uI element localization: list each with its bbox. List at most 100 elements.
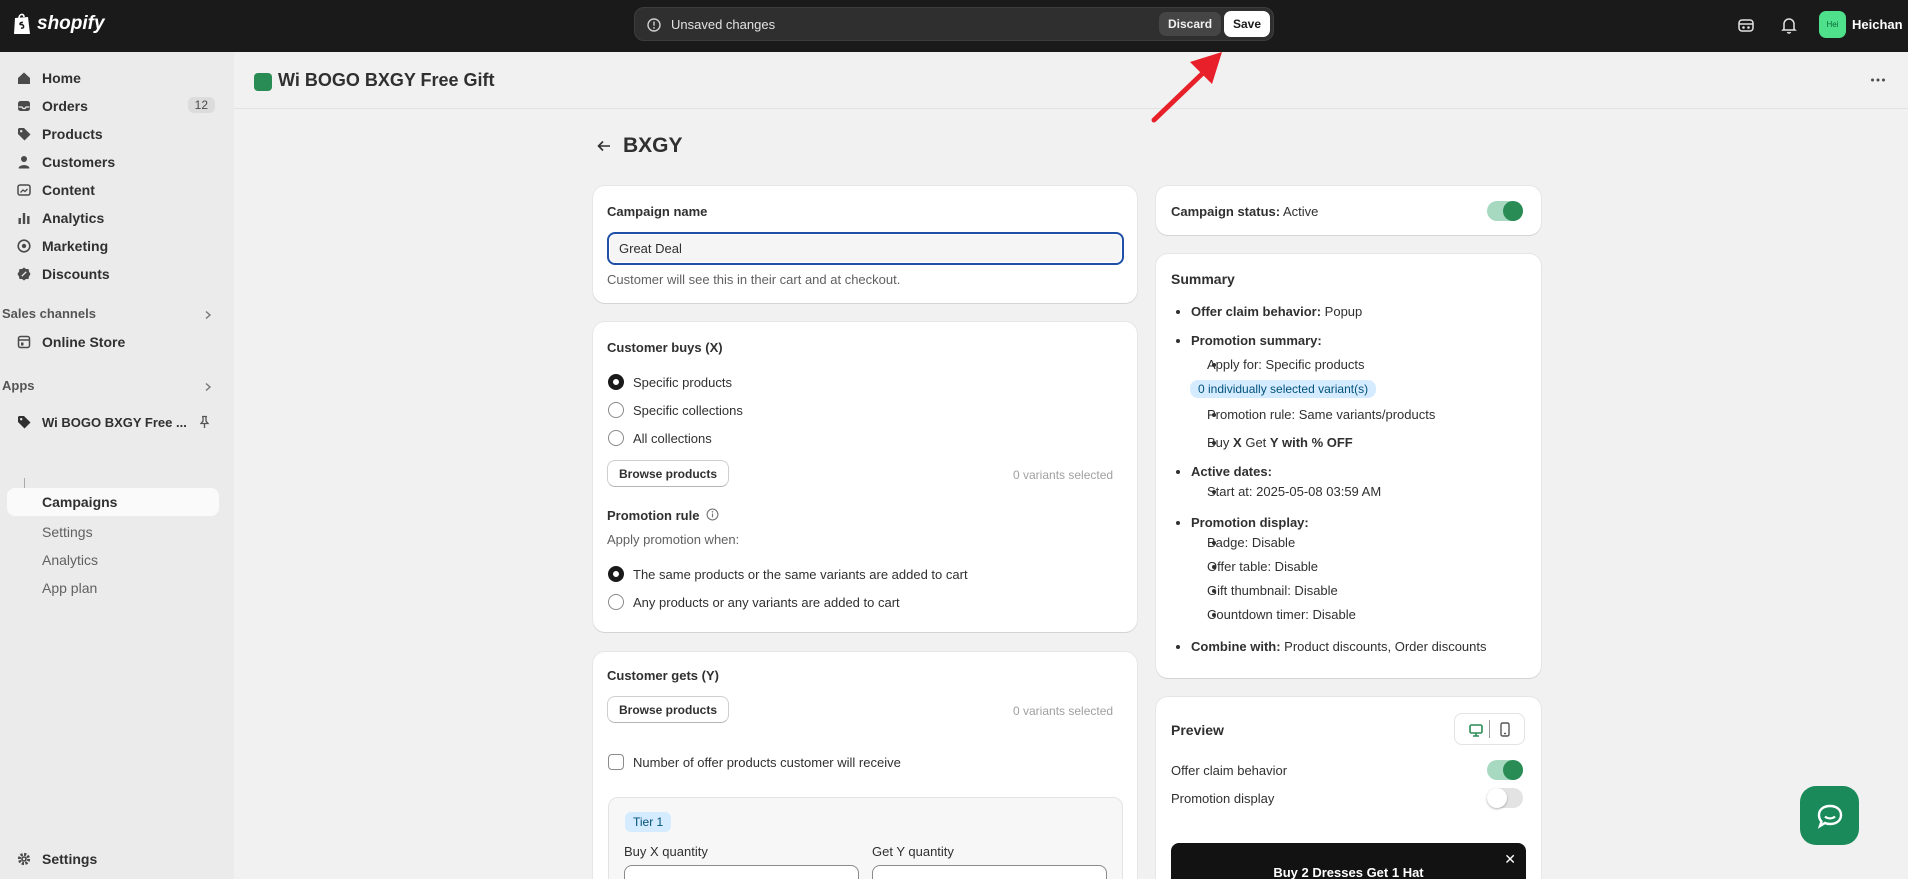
user-menu[interactable]: Hei Heichan [1819, 11, 1903, 38]
summary-value: Product discounts, Order discounts [1284, 639, 1487, 654]
sidebar-item-orders[interactable]: Orders 12 [8, 92, 219, 120]
summary-label: Promotion summary: [1191, 333, 1322, 348]
chevron-right-icon[interactable] [203, 310, 213, 320]
chat-button[interactable] [1800, 786, 1859, 845]
sidebar: Home Orders 12 Products Customers Conten… [0, 52, 234, 879]
radio-same-products[interactable]: The same products or the same variants a… [608, 566, 968, 582]
sidebar-item-online-store[interactable]: Online Store [8, 328, 219, 356]
sidebar-item-settings-sub[interactable]: Settings [42, 524, 93, 540]
sidebar-item-home[interactable]: Home [8, 64, 219, 92]
app-logo-icon [254, 73, 272, 91]
sidebar-item-app-plan[interactable]: App plan [42, 580, 97, 596]
sidebar-item-label: Customers [42, 154, 116, 170]
sidebar-item-label: Online Store [42, 334, 126, 350]
sidebar-item-settings[interactable]: Settings [8, 845, 219, 873]
gear-icon [16, 851, 32, 867]
summary-promotion-label: Promotion summary: [1191, 333, 1322, 348]
unsaved-changes-text: Unsaved changes [671, 17, 776, 32]
store-icon[interactable] [1735, 14, 1757, 36]
campaign-name-help: Customer will see this in their cart and… [607, 272, 901, 287]
orders-count-badge: 12 [187, 97, 215, 113]
sales-channels-title[interactable]: Sales channels [2, 306, 96, 321]
shopify-logo[interactable]: shopify [12, 12, 105, 36]
sidebar-item-app[interactable]: Wi BOGO BXGY Free ... [8, 408, 219, 436]
discard-button[interactable]: Discard [1159, 12, 1222, 36]
campaign-status-toggle[interactable] [1487, 201, 1523, 221]
summary-offer-claim: Offer claim behavior: Popup [1191, 304, 1362, 319]
radio-button[interactable] [608, 374, 624, 390]
offer-claim-toggle[interactable] [1487, 760, 1523, 780]
radio-all-collections[interactable]: All collections [608, 430, 712, 446]
info-icon[interactable] [706, 508, 719, 521]
toggle-knob [1487, 788, 1507, 808]
pin-icon[interactable] [198, 415, 211, 429]
summary-buy-get: Buy X Get Y with % OFF [1207, 435, 1353, 450]
app-title: Wi BOGO BXGY Free Gift [278, 70, 495, 90]
radio-specific-collections[interactable]: Specific collections [608, 402, 743, 418]
sidebar-item-label: Analytics [42, 210, 105, 226]
sidebar-item-products[interactable]: Products [8, 120, 219, 148]
promotion-display-toggle[interactable] [1487, 788, 1523, 808]
toggle-knob [1503, 760, 1523, 780]
radio-button[interactable] [608, 566, 624, 582]
campaign-name-input[interactable] [609, 234, 1122, 263]
sidebar-item-customers[interactable]: Customers [8, 148, 219, 176]
more-horizontal-icon[interactable] [1870, 72, 1886, 88]
offer-quantity-checkbox-row[interactable]: Number of offer products customer will r… [608, 754, 901, 770]
chevron-right-icon[interactable] [203, 382, 213, 392]
buy-word: Buy [1207, 435, 1230, 450]
campaign-name-field[interactable] [607, 232, 1124, 265]
customer-gets-title: Customer gets (Y) [607, 668, 719, 683]
toggle-knob [1503, 201, 1523, 221]
sidebar-item-marketing[interactable]: Marketing [8, 232, 219, 260]
promo-banner-text: Buy 2 Dresses Get 1 Hat [1273, 865, 1424, 879]
browse-products-button[interactable]: Browse products [607, 460, 730, 487]
summary-start-at: Start at: 2025-05-08 03:59 AM [1207, 484, 1382, 499]
bullet [1176, 645, 1180, 649]
bullet [1176, 521, 1180, 525]
sidebar-item-content[interactable]: Content [8, 176, 219, 204]
summary-offer-table: Offer table: Disable [1207, 559, 1319, 574]
sidebar-item-label: Orders [42, 98, 88, 114]
desktop-icon[interactable] [1469, 723, 1483, 737]
bell-icon[interactable] [1778, 14, 1800, 36]
radio-label: Any products or any variants are added t… [633, 594, 900, 610]
save-button[interactable]: Save [1224, 11, 1270, 37]
bullet [1176, 310, 1180, 314]
sidebar-item-analytics-sub[interactable]: Analytics [42, 552, 98, 568]
app-tag-icon [16, 414, 32, 430]
sidebar-item-analytics[interactable]: Analytics [8, 204, 219, 232]
summary-label: Offer claim behavior: [1191, 304, 1322, 319]
sidebar-item-campaigns[interactable]: Campaigns [7, 488, 219, 516]
checkbox-label: Number of offer products customer will r… [633, 754, 901, 770]
back-arrow-icon[interactable] [596, 138, 612, 154]
preview-title: Preview [1171, 722, 1224, 738]
summary-active-dates-label: Active dates: [1191, 464, 1272, 479]
radio-label: Specific products [633, 374, 732, 390]
get-qty-input[interactable] [872, 865, 1107, 879]
mobile-icon[interactable] [1499, 722, 1511, 737]
target-icon [16, 238, 32, 254]
buy-qty-input[interactable] [624, 865, 859, 879]
radio-specific-products[interactable]: Specific products [608, 374, 732, 390]
radio-button[interactable] [608, 402, 624, 418]
browse-products-button[interactable]: Browse products [607, 696, 730, 723]
sidebar-item-discounts[interactable]: Discounts [8, 260, 219, 288]
summary-gift-thumbnail: Gift thumbnail: Disable [1207, 583, 1338, 598]
buy-x: X [1233, 435, 1242, 450]
checkbox[interactable] [608, 754, 624, 770]
customer-buys-title: Customer buys (X) [607, 340, 723, 355]
radio-any-products[interactable]: Any products or any variants are added t… [608, 594, 900, 610]
avatar: Hei [1819, 11, 1846, 38]
get-word: Get [1245, 435, 1267, 450]
variants-selected-text: 0 variants selected [1013, 704, 1114, 718]
apply-when-text: Apply promotion when: [607, 532, 740, 547]
campaign-name-title: Campaign name [607, 204, 708, 219]
summary-label: Promotion display: [1191, 515, 1309, 530]
radio-button[interactable] [608, 594, 624, 610]
tier-box: Tier 1 Buy X quantity Get Y quantity [608, 797, 1123, 879]
promo-preview-banner: ✕ Buy 2 Dresses Get 1 Hat [1171, 843, 1526, 879]
radio-button[interactable] [608, 430, 624, 446]
apps-title[interactable]: Apps [2, 378, 35, 393]
bar-chart-icon [16, 210, 32, 226]
